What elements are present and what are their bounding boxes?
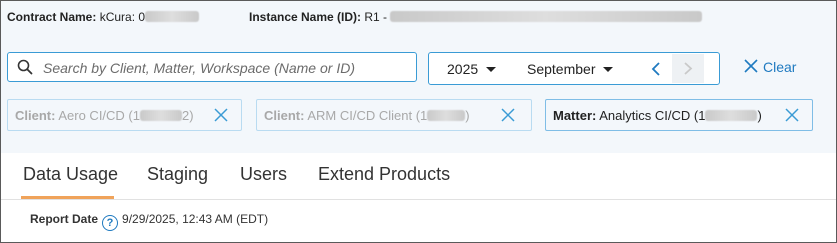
instance-name-label: Instance Name (ID): (249, 10, 362, 24)
search-box[interactable] (7, 52, 417, 82)
search-icon (17, 59, 33, 75)
content-panel: Data Usage Staging Users Extend Products… (1, 153, 836, 242)
close-icon[interactable] (500, 107, 516, 123)
clear-label: Clear (763, 59, 797, 75)
contract-name-value: kCura: 0 (99, 10, 146, 24)
app-frame: Contract Name: kCura: 0 Instance Name (I… (0, 0, 837, 243)
tab-extend-products[interactable]: Extend Products (318, 164, 450, 185)
redacted-text (390, 11, 703, 22)
month-select[interactable]: September (527, 61, 614, 77)
redacted-text (140, 110, 182, 121)
chevron-left-icon[interactable] (642, 59, 670, 79)
caret-down-icon (603, 67, 614, 72)
filter-chip-client-arm[interactable]: Client: ARM CI/CD Client (1) (256, 99, 532, 131)
tab-staging[interactable]: Staging (147, 164, 208, 185)
instance-name: Instance Name (ID): R1 - (249, 10, 703, 24)
filter-chip-text: Client: ARM CI/CD Client (1) (264, 108, 470, 123)
filter-chip-client-aero[interactable]: Client: Aero CI/CD (1 2) (7, 99, 242, 131)
year-select[interactable]: 2025 (447, 61, 497, 77)
filter-chip-value: Aero CI/CD (1 (58, 108, 140, 123)
year-value: 2025 (447, 61, 479, 77)
close-icon (744, 59, 758, 73)
instance-info-bar: Contract Name: kCura: 0 Instance Name (I… (1, 1, 836, 35)
filter-chip-value-end: ) (465, 108, 470, 123)
date-picker: 2025 September (428, 52, 720, 85)
filter-chip-matter[interactable]: Matter: Analytics CI/CD (1) (545, 99, 813, 131)
filter-chip-label: Client: (264, 108, 305, 123)
report-date-label: Report Date (30, 212, 99, 226)
filter-chip-label: Client: (15, 108, 56, 123)
redacted-text (145, 11, 200, 22)
tab-data-usage[interactable]: Data Usage (23, 164, 118, 185)
close-icon[interactable] (784, 107, 800, 123)
tab-users[interactable]: Users (240, 164, 287, 185)
caret-down-icon (486, 67, 497, 72)
filter-chip-text: Client: Aero CI/CD (1 2) (15, 108, 194, 123)
active-tab-indicator (21, 196, 114, 199)
chevron-right-icon[interactable] (672, 54, 704, 83)
filter-chip-value: Analytics CI/CD (1 (599, 108, 706, 123)
clear-button[interactable]: Clear (743, 58, 796, 75)
close-icon[interactable] (213, 107, 229, 123)
help-icon[interactable]: ? (102, 215, 119, 231)
redacted-text (427, 110, 466, 121)
filter-chip-label: Matter: (553, 108, 597, 123)
filter-chip-value-end: ) (757, 108, 762, 123)
instance-name-value: R1 - (364, 10, 391, 24)
filter-chip-value-end: 2) (182, 108, 194, 123)
filter-chip-text: Matter: Analytics CI/CD (1) (553, 108, 762, 123)
contract-name-label: Contract Name: (7, 10, 97, 24)
search-input[interactable] (41, 57, 415, 79)
report-date-value: 9/29/2025, 12:43 AM (EDT) (122, 212, 269, 226)
month-value: September (527, 61, 596, 77)
tab-bar: Data Usage Staging Users Extend Products (1, 153, 836, 200)
filter-chip-value: ARM CI/CD Client (1 (307, 108, 428, 123)
report-date: Report Date? 9/29/2025, 12:43 AM (EDT) (30, 212, 268, 231)
contract-name: Contract Name: kCura: 0 (7, 10, 200, 24)
redacted-text (705, 110, 758, 121)
